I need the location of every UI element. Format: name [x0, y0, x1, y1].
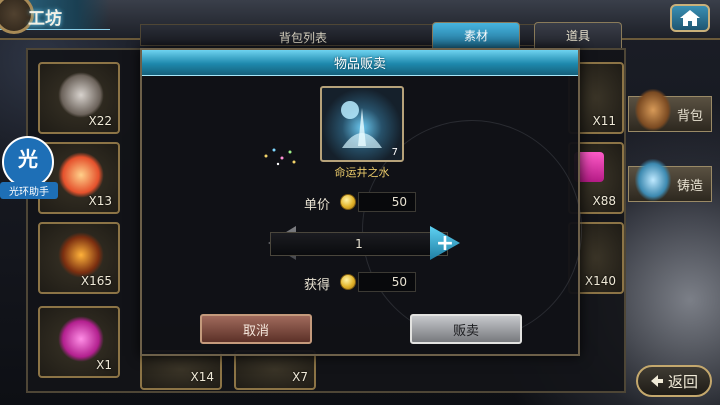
- inventory-slot[interactable]: X14: [140, 350, 222, 390]
- pink-pouch-icon: [58, 316, 104, 362]
- page-title: 工坊: [28, 9, 62, 29]
- quantity-stepper: 1: [270, 232, 448, 256]
- item-preview: 7: [320, 86, 404, 162]
- assistant-label: 光环助手: [0, 182, 58, 199]
- item-name: 命运井之水: [334, 166, 390, 179]
- tab-props[interactable]: 道具: [534, 22, 622, 48]
- unit-price-label: 单价: [304, 198, 331, 213]
- home-icon: [680, 10, 700, 26]
- bag-button[interactable]: 背包: [628, 89, 712, 132]
- backpack-icon: [635, 89, 671, 131]
- inventory-slot[interactable]: X22: [38, 62, 120, 134]
- crystal-forge-icon: [635, 159, 671, 201]
- cancel-button[interactable]: 取消: [200, 314, 312, 344]
- inventory-slot[interactable]: X7: [234, 350, 316, 390]
- ember-nest-icon: [58, 232, 104, 278]
- gain-value: 50: [358, 272, 416, 292]
- gain-label: 获得: [304, 278, 331, 293]
- bag-list-label: 背包列表: [279, 31, 328, 45]
- assistant-char: 光: [18, 147, 38, 171]
- item-count: 7: [391, 147, 398, 158]
- forge-label: 铸造: [676, 178, 703, 194]
- game-background: 工坊 背包列表 素材 道具 X22 X13 X165 X1 X11 X88 X1…: [0, 0, 720, 405]
- sparkle-decoration: [260, 144, 300, 168]
- forge-button[interactable]: 铸造: [628, 159, 712, 202]
- assistant-badge[interactable]: 光: [2, 136, 54, 188]
- slot-count: X1: [96, 358, 112, 372]
- slot-count: X7: [292, 370, 308, 384]
- orange-pouch-icon: [58, 152, 104, 198]
- inventory-slot[interactable]: X1: [38, 306, 120, 378]
- back-label: 返回: [667, 372, 698, 391]
- dialog-title: 物品贩卖: [333, 57, 386, 72]
- slot-count: X165: [80, 274, 112, 288]
- gold-coin-icon: [340, 194, 356, 210]
- slot-count: X22: [88, 114, 113, 128]
- tab-materials[interactable]: 素材: [432, 22, 520, 48]
- sell-button[interactable]: 贩卖: [410, 314, 522, 344]
- slot-count: X11: [592, 114, 617, 128]
- slot-count: X14: [190, 370, 215, 384]
- back-arrow-icon: [650, 375, 663, 387]
- bag-label: 背包: [676, 108, 703, 124]
- unit-price-value: 50: [358, 192, 416, 212]
- slot-count: X88: [592, 194, 617, 208]
- back-button[interactable]: 返回: [636, 365, 712, 397]
- dialog-header: 物品贩卖: [142, 50, 578, 76]
- sell-dialog: 物品贩卖 7 命运井之水 单价 50 – 1 +: [140, 48, 582, 356]
- slot-count: X13: [88, 194, 113, 208]
- ribbon-item-icon: [58, 72, 104, 118]
- water-splash-icon: [341, 101, 382, 148]
- quantity-value: 1: [355, 237, 363, 251]
- home-button[interactable]: [670, 4, 710, 32]
- inventory-slot[interactable]: X165: [38, 222, 120, 294]
- slot-count: X140: [584, 274, 616, 288]
- gold-coin-icon: [340, 274, 356, 290]
